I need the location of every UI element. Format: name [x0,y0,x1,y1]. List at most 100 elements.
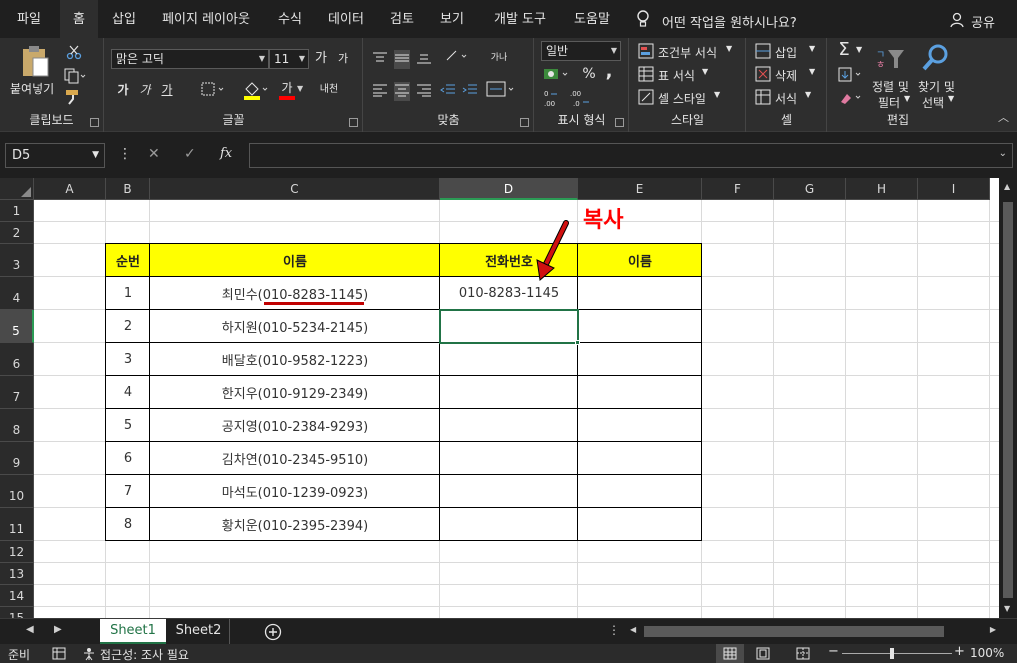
column-header-e[interactable]: E [578,178,702,200]
align-bottom-icon[interactable] [416,50,432,69]
insert-cells-button[interactable]: 삽입 [775,44,797,61]
more-vertical-icon[interactable]: ⋮ [118,146,132,162]
table-cell-name[interactable]: 김차연(010-2345-9510) [150,442,440,475]
currency-icon[interactable] [543,66,573,86]
chevron-down-icon[interactable]: ▼ [297,84,303,93]
underline-button[interactable]: 가 [157,80,177,100]
tab-file[interactable]: 파일 [6,0,52,38]
table-cell-name[interactable]: 마석도(010-1239-0923) [150,475,440,508]
table-header-no[interactable]: 순번 [106,244,150,277]
row-header-8[interactable]: 8 [0,409,34,442]
table-cell-name2[interactable] [578,409,702,442]
row-header-5[interactable]: 5 [0,310,34,343]
tell-me-search[interactable]: 어떤 작업을 원하시나요? [662,12,797,31]
phonetic-button[interactable]: 내천 [319,80,339,100]
find-select-button[interactable]: 찾기 및 [918,78,955,95]
prev-sheet-icon[interactable]: ◀ [26,624,34,635]
add-sheet-icon[interactable] [264,623,282,645]
name-box[interactable]: D5 ▼ [5,143,105,168]
tab-page-layout[interactable]: 페이지 레이아웃 [150,0,262,38]
table-cell-phone[interactable] [440,442,578,475]
tab-help[interactable]: 도움말 [564,0,620,38]
cut-icon[interactable] [66,44,82,64]
zoom-slider-thumb[interactable] [890,648,894,659]
table-cell-name2[interactable] [578,376,702,409]
table-cell-no[interactable]: 5 [106,409,150,442]
table-cell-name[interactable]: 한지우(010-9129-2349) [150,376,440,409]
align-top-icon[interactable] [372,50,388,69]
clipboard-launcher-icon[interactable] [90,118,99,127]
comma-button[interactable]: , [599,62,619,82]
insert-function-icon[interactable]: fx [220,146,232,161]
align-left-icon[interactable] [372,82,388,101]
column-header-d[interactable]: D [440,178,578,200]
borders-icon[interactable] [201,82,227,102]
tab-formulas[interactable]: 수식 [268,0,312,38]
percent-button[interactable]: % [579,64,599,84]
macro-record-icon[interactable] [52,647,66,663]
shrink-font-button[interactable]: 가 [333,49,353,69]
collapse-ribbon-icon[interactable]: ︿ [998,109,1009,125]
italic-button[interactable]: 가 [135,80,155,100]
table-cell-phone[interactable] [440,343,578,376]
table-cell-no[interactable]: 2 [106,310,150,343]
number-launcher-icon[interactable] [615,118,624,127]
font-color-button[interactable]: 가 [277,78,297,98]
table-cell-name[interactable]: 하지원(010-5234-2145) [150,310,440,343]
table-cell-name2[interactable] [578,277,702,310]
orientation-icon[interactable] [444,48,470,68]
merge-center-icon[interactable] [486,80,516,102]
cancel-icon[interactable]: ✕ [148,146,160,162]
increase-decimal-icon[interactable]: 0.00 [543,88,565,112]
table-cell-name2[interactable] [578,475,702,508]
table-cell-name2[interactable] [578,310,702,343]
row-header-12[interactable]: 12 [0,541,34,563]
table-cell-phone[interactable] [440,376,578,409]
number-format-dropdown[interactable]: 일반 ▼ [541,41,621,61]
table-cell-name2[interactable] [578,508,702,541]
column-header-c[interactable]: C [150,178,440,200]
fill-icon[interactable] [838,67,866,87]
vertical-scrollbar[interactable]: ▲ ▼ [999,178,1017,618]
enter-icon[interactable]: ✓ [184,146,196,162]
zoom-level[interactable]: 100% [970,646,1004,660]
cell-style-button[interactable]: 셀 스타일 [658,90,706,107]
tab-home[interactable]: 홈 [60,0,98,38]
align-right-icon[interactable] [416,82,432,101]
table-cell-no[interactable]: 3 [106,343,150,376]
scroll-left-icon[interactable]: ◀ [630,625,636,634]
table-cell-name[interactable]: 최민수(010-8283-1145) [150,277,440,310]
autosum-button[interactable]: Σ [834,40,854,60]
table-cell-name2[interactable] [578,343,702,376]
row-header-6[interactable]: 6 [0,343,34,376]
table-cell-no[interactable]: 7 [106,475,150,508]
tab-insert[interactable]: 삽입 [104,0,144,38]
table-cell-phone[interactable] [440,508,578,541]
decrease-decimal-icon[interactable]: .00.0 [569,88,591,112]
page-layout-view-icon[interactable] [756,647,770,663]
scroll-down-icon[interactable]: ▼ [1004,604,1010,613]
row-header-7[interactable]: 7 [0,376,34,409]
column-header-h[interactable]: H [846,178,918,200]
row-header-9[interactable]: 9 [0,442,34,475]
accessibility-icon[interactable] [82,647,98,663]
tab-view[interactable]: 보기 [430,0,474,38]
sheet-tab-sheet1[interactable]: Sheet1 [100,619,166,644]
zoom-slider-track[interactable] [842,653,952,654]
fill-color-icon[interactable] [243,80,271,104]
scroll-right-icon[interactable]: ▶ [990,625,996,634]
more-vertical-icon[interactable]: ⋮ [608,623,620,637]
paste-button[interactable]: 붙여넣기 [10,80,54,97]
tab-developer[interactable]: 개발 도구 [482,0,558,38]
delete-cells-button[interactable]: 삭제 [775,67,797,84]
paste-icon[interactable] [20,44,50,82]
grow-font-button[interactable]: 가 [311,49,331,69]
table-cell-name[interactable]: 공지영(010-2384-9293) [150,409,440,442]
normal-view-icon[interactable] [716,644,744,663]
horizontal-scrollbar[interactable]: ◀ ▶ [628,625,998,638]
font-size-dropdown[interactable]: 11 ▼ [269,49,309,69]
select-all-corner[interactable] [0,178,34,200]
share-button[interactable]: 공유 [971,12,995,31]
alignment-launcher-icon[interactable] [520,118,529,127]
column-header-i[interactable]: I [918,178,990,200]
